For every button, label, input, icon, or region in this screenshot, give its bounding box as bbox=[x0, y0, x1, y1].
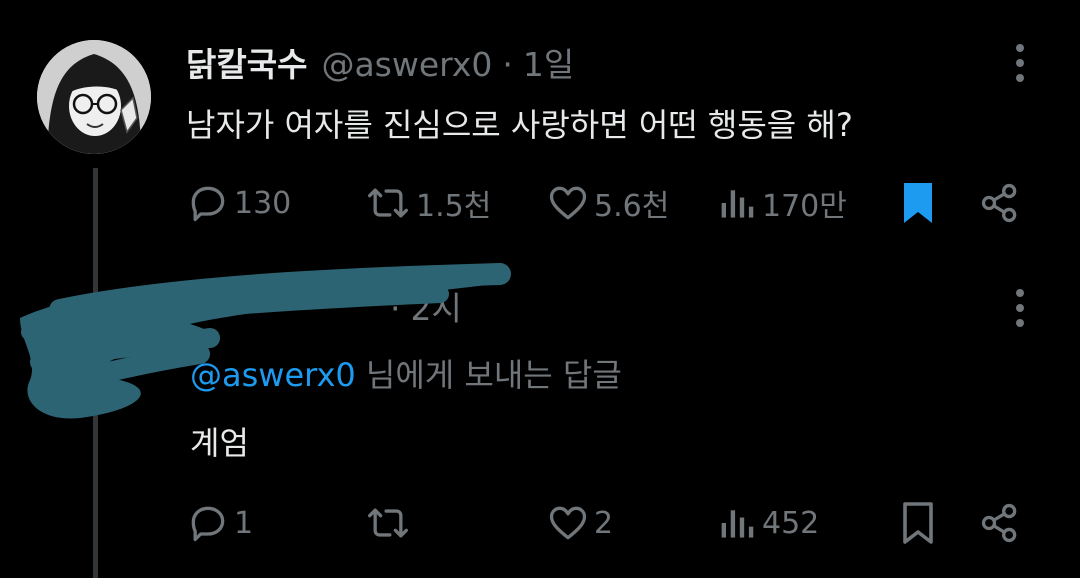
handle[interactable]: @aswerx0 bbox=[321, 45, 492, 84]
bookmark-icon bbox=[903, 502, 933, 544]
avatar[interactable] bbox=[37, 40, 151, 154]
retweet-count: 1.5천 bbox=[416, 189, 492, 224]
share-icon bbox=[981, 503, 1017, 543]
reply-count: 1 bbox=[234, 505, 254, 541]
retweet-button[interactable]: 1.5천 bbox=[364, 178, 491, 228]
views-button[interactable]: 452 bbox=[718, 498, 819, 548]
views-icon bbox=[721, 510, 754, 538]
views-button[interactable]: 170만 bbox=[718, 178, 847, 228]
views-count: 170만 bbox=[762, 189, 847, 224]
tweet-actions: 130 1.5천 5.6천 170만 bbox=[186, 178, 1046, 228]
reply-actions: 1 2 452 bbox=[186, 498, 1046, 548]
reply-icon bbox=[191, 506, 225, 542]
like-icon bbox=[549, 506, 587, 540]
retweet-button[interactable] bbox=[364, 498, 416, 548]
timestamp[interactable]: 1일 bbox=[523, 38, 574, 86]
like-button[interactable]: 5.6천 bbox=[546, 178, 669, 228]
like-count: 5.6천 bbox=[594, 189, 670, 224]
share-button[interactable] bbox=[978, 178, 1022, 228]
retweet-icon bbox=[368, 508, 408, 538]
reply-button[interactable]: 1 bbox=[186, 498, 253, 548]
like-button[interactable]: 2 bbox=[546, 498, 613, 548]
tweet-header: 닭칼국수 @aswerx0 · 1일 bbox=[186, 38, 574, 88]
bookmark-icon bbox=[904, 183, 932, 223]
tweet-text: 남자가 여자를 진심으로 사랑하면 어떤 행동을 해? bbox=[186, 106, 853, 144]
more-icon[interactable] bbox=[1005, 40, 1035, 86]
like-icon bbox=[549, 186, 587, 220]
bookmark-button[interactable] bbox=[898, 498, 938, 548]
views-count: 452 bbox=[762, 505, 820, 541]
reply-button[interactable]: 130 bbox=[186, 178, 291, 228]
reply-count: 130 bbox=[234, 185, 292, 221]
display-name[interactable]: 닭칼국수 bbox=[186, 38, 307, 86]
bookmark-button[interactable] bbox=[898, 178, 938, 228]
share-button[interactable] bbox=[978, 498, 1022, 548]
views-icon bbox=[721, 190, 754, 218]
redaction-scribble bbox=[20, 263, 511, 419]
avatar-image bbox=[37, 40, 151, 154]
more-icon[interactable] bbox=[1005, 285, 1035, 331]
share-icon bbox=[981, 183, 1017, 223]
reply-icon bbox=[191, 186, 225, 222]
like-count: 2 bbox=[594, 505, 614, 541]
separator-dot: · bbox=[502, 45, 513, 84]
retweet-icon bbox=[368, 188, 408, 218]
